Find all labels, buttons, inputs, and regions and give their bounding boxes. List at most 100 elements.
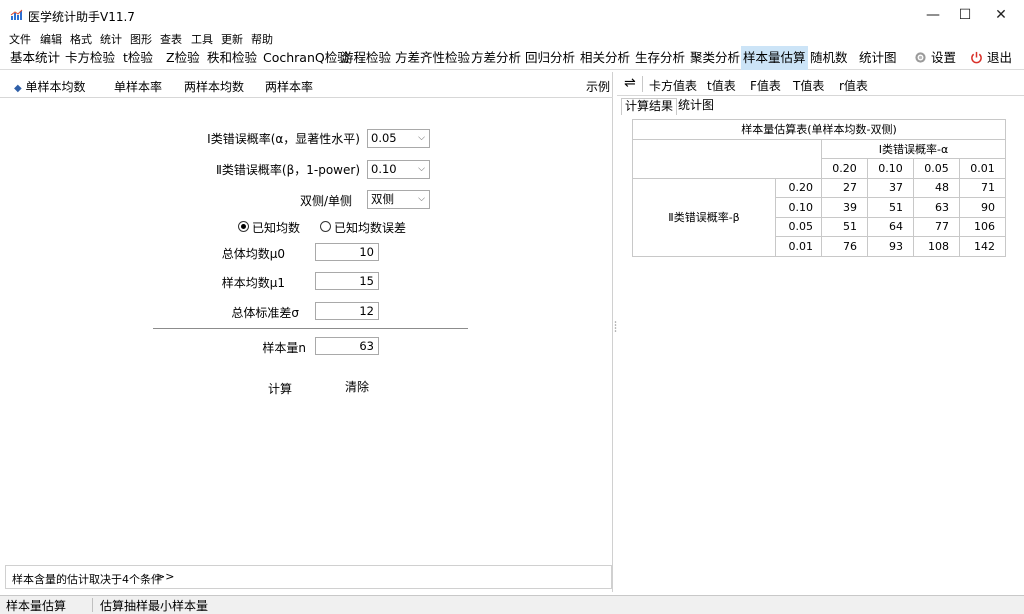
alpha-header: Ⅰ类错误概率-α [821,138,1006,159]
toolbar-homogeneity[interactable]: 方差齐性检验 [393,46,472,70]
tab-two-sample-mean[interactable]: 两样本均数 [184,78,244,95]
subtab-chart[interactable]: 统计图 [675,98,717,115]
table-title-row: 样本量估算表(单样本均数-双侧) [632,119,1006,140]
status-module: 样本量估算 [6,599,67,613]
toolbar-z-test[interactable]: Z检验 [164,46,202,70]
power-icon [971,51,982,64]
table-cell: 106 [959,216,1006,237]
menu-update[interactable]: 更新 [221,31,243,47]
menu-file[interactable]: 文件 [9,31,31,47]
diamond-icon: ◆ [14,83,22,94]
table-cell: 63 [913,197,960,218]
mu0-input[interactable]: 10 [315,243,379,261]
toolbar: 基本统计 卡方检验 t检验 Z检验 秩和检验 CochranQ检验 游程检验 方… [0,46,1024,70]
tab-chi-square-table[interactable]: 卡方值表 [649,77,697,94]
table-row: Ⅱ类错误概率-β 0.20 27 37 48 71 [632,177,1006,257]
table-cell: 142 [959,236,1006,257]
status-separator [92,598,93,612]
tab-single-sample-mean[interactable]: ◆ 单样本均数 [14,78,86,95]
close-icon: ✕ [995,7,1007,23]
tab-r-table[interactable]: r值表 [839,77,868,94]
table-cell: 77 [913,216,960,237]
hint-text: 样本含量的估计取决于4个条件 [12,573,162,586]
toolbar-regression[interactable]: 回归分析 [523,46,577,70]
minimize-icon: — [926,7,940,23]
menu-graph[interactable]: 图形 [130,31,152,47]
toolbar-runs-test[interactable]: 游程检验 [339,46,393,70]
example-link[interactable]: 示例 [586,78,610,95]
toolbar-rank-sum[interactable]: 秩和检验 [205,46,259,70]
table-cell: 108 [913,236,960,257]
toolbar-t-test[interactable]: t检验 [121,46,155,70]
hint-expand-button[interactable]: >> [156,570,174,583]
settings-button[interactable]: 设置 [914,46,956,70]
menu-edit[interactable]: 编辑 [40,31,62,47]
beta-header: Ⅱ类错误概率-β [632,177,776,257]
alpha-value-cell: 0.05 [913,158,960,179]
toolbar-basic-stats[interactable]: 基本统计 [8,46,62,70]
swap-icon[interactable]: ⇌ [624,75,636,91]
status-bar: 样本量估算 估算抽样最小样本量 [0,595,1024,614]
close-button[interactable]: ✕ [978,0,1024,30]
divider-line [153,328,468,329]
toolbar-chi-square[interactable]: 卡方检验 [63,46,117,70]
exit-button[interactable]: 退出 [970,46,1012,70]
left-tab-bar: ◆ 单样本均数 单样本率 两样本均数 两样本率 示例 [0,72,613,98]
beta-label: Ⅱ类错误概率(β，1-power) [216,163,360,177]
tab-single-sample-mean-label: 单样本均数 [25,80,86,94]
radio-known-error-label: 已知均数误差 [334,221,407,235]
exit-label: 退出 [986,50,1012,65]
toolbar-chart[interactable]: 统计图 [857,46,899,70]
title-bar: 医学统计助手V11.7 — ☐ ✕ [0,0,1024,30]
tab-single-sample-rate[interactable]: 单样本率 [114,78,162,95]
sigma-input[interactable]: 12 [315,302,379,320]
chevron-down-icon: ⌵ [418,164,425,174]
beta-select-value: 0.10 [371,162,397,176]
subtab-results[interactable]: 计算结果 [621,98,678,115]
toolbar-anova[interactable]: 方差分析 [469,46,523,70]
beta-value-cell: 0.05 [775,216,822,237]
alpha-select[interactable]: 0.05 ⌵ [367,129,430,148]
alpha-select-value: 0.05 [371,131,397,145]
beta-value-cell: 0.10 [775,197,822,218]
table-cell: 51 [867,197,914,218]
alpha-value-cell: 0.01 [959,158,1006,179]
table-cell: 64 [867,216,914,237]
table-corner-cell [632,138,822,179]
tab-f-table[interactable]: F值表 [750,77,781,94]
menu-statistics[interactable]: 统计 [100,31,122,47]
toolbar-cluster[interactable]: 聚类分析 [688,46,742,70]
beta-select[interactable]: 0.10 ⌵ [367,160,430,179]
radio-known-mean[interactable] [238,221,249,232]
menu-tools[interactable]: 工具 [191,31,213,47]
table-cell: 71 [959,177,1006,198]
sides-select-value: 双侧 [371,192,394,206]
tab-T-table[interactable]: T值表 [793,77,824,94]
table-cell: 37 [867,177,914,198]
mu1-label: 样本均数μ1 [221,276,285,290]
toolbar-correlation[interactable]: 相关分析 [578,46,632,70]
toolbar-survival[interactable]: 生存分析 [633,46,687,70]
menu-lookup[interactable]: 查表 [160,31,182,47]
maximize-icon: ☐ [958,7,972,23]
menu-format[interactable]: 格式 [70,31,92,47]
toolbar-sample-size[interactable]: 样本量估算 [741,46,808,70]
n-label: 样本量n [262,341,306,355]
alpha-value-cell: 0.10 [867,158,914,179]
toolbar-random[interactable]: 随机数 [808,46,850,70]
sides-label: 双侧/单侧 [299,194,352,208]
beta-value-cell: 0.01 [775,236,822,257]
calculate-button[interactable]: 计算 [268,380,292,397]
mu1-input[interactable]: 15 [315,272,379,290]
lookup-tab-bar: ⇌ 卡方值表 t值表 F值表 T值表 r值表 [617,72,1024,96]
status-description: 估算抽样最小样本量 [100,599,209,613]
clear-button[interactable]: 清除 [345,378,369,395]
radio-known-error[interactable] [320,221,331,232]
app-chart-icon [10,9,24,21]
tab-two-sample-rate[interactable]: 两样本率 [265,78,313,95]
sides-select[interactable]: 双侧 ⌵ [367,190,430,209]
table-cell: 90 [959,197,1006,218]
menu-help[interactable]: 帮助 [251,31,273,47]
tab-t-table[interactable]: t值表 [707,77,736,94]
chevron-down-icon: ⌵ [418,133,425,143]
